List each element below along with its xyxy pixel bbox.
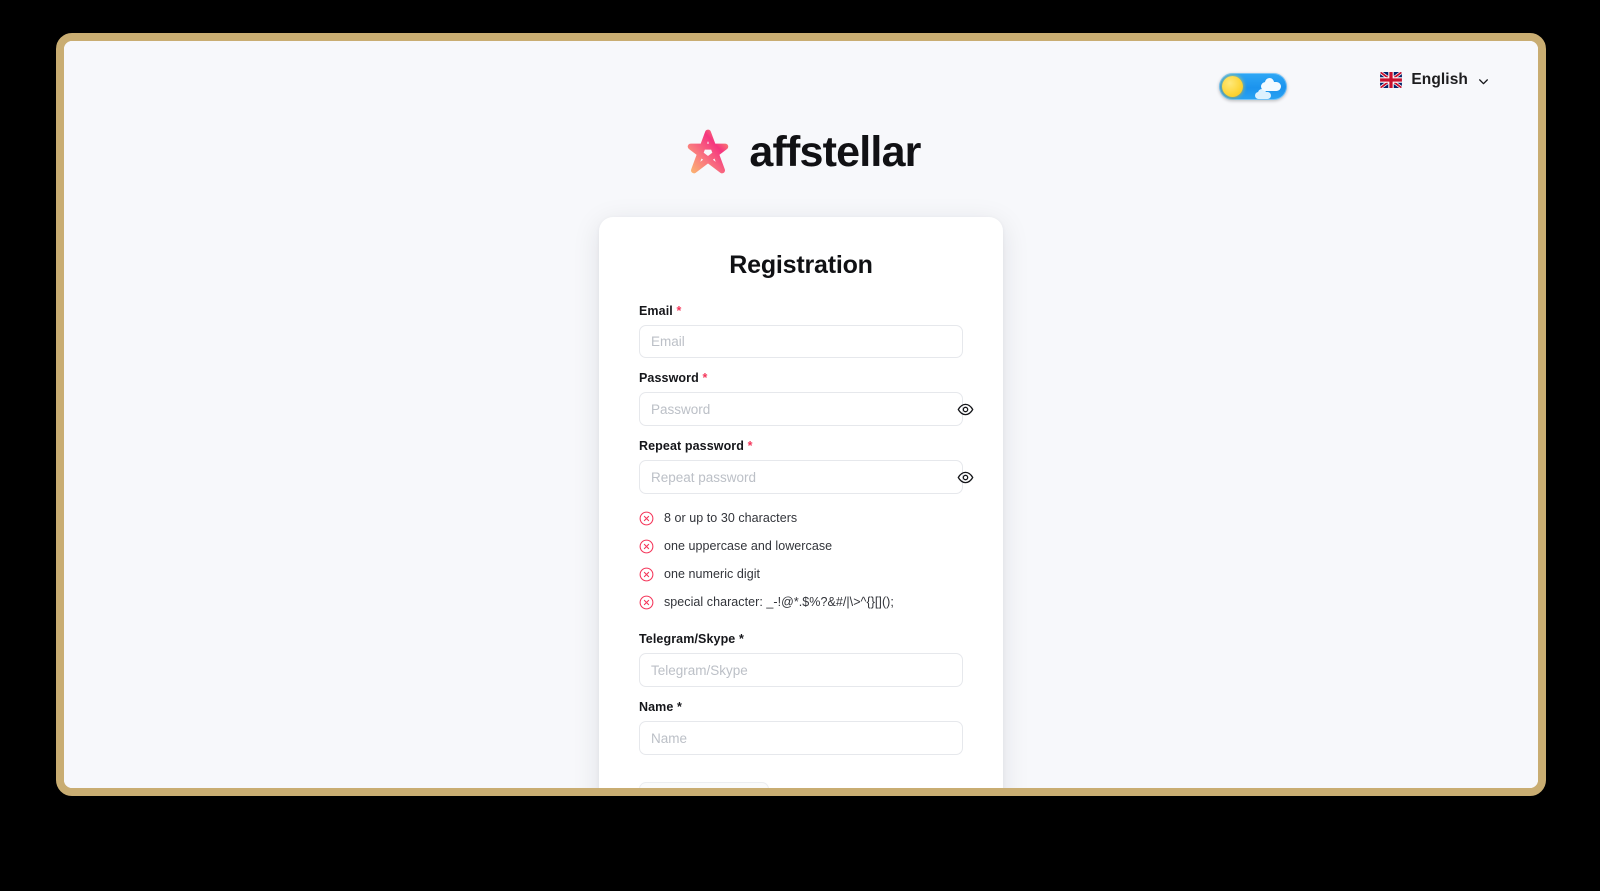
- field-label-telegram-skype: Telegram/Skype *: [639, 632, 963, 646]
- password-rule-text: one numeric digit: [664, 567, 761, 581]
- password-rule-text: special character: _-!@*.$%?&#/|\>^{}[](…: [664, 595, 894, 609]
- password-rule-text: 8 or up to 30 characters: [664, 511, 798, 525]
- required-asterisk: *: [676, 304, 682, 318]
- page-viewport: English affstellar Registration Email * …: [64, 41, 1538, 788]
- repeat-password-input[interactable]: [639, 460, 963, 494]
- label-text-telegram-skype: Telegram/Skype: [639, 632, 736, 646]
- password-rule-item: one numeric digit: [639, 567, 963, 582]
- brand-logo: affstellar: [64, 125, 1538, 179]
- password-requirements-list: 8 or up to 30 characters one uppercase a…: [639, 511, 963, 610]
- star-knot-logo: [688, 129, 729, 174]
- telegram-skype-input[interactable]: [639, 653, 963, 687]
- field-password: Password *: [639, 371, 973, 426]
- theme-toggle-switch[interactable]: [1219, 73, 1287, 100]
- field-email: Email *: [639, 304, 963, 358]
- create-account-button[interactable]: Create Account: [639, 782, 769, 788]
- error-circle-x-icon: [639, 511, 654, 526]
- required-asterisk: *: [677, 700, 682, 714]
- field-label-password: Password *: [639, 371, 963, 385]
- eye-icon: [957, 471, 973, 483]
- required-asterisk: *: [738, 632, 744, 646]
- label-text-email: Email: [639, 304, 673, 318]
- password-rule-text: one uppercase and lowercase: [664, 539, 833, 553]
- sun-icon: [1222, 76, 1243, 97]
- chevron-down-icon: [1479, 79, 1488, 85]
- page-title: Registration: [729, 251, 873, 279]
- required-asterisk: *: [702, 371, 708, 385]
- browser-window-frame: English affstellar Registration Email * …: [56, 33, 1546, 796]
- password-input[interactable]: [639, 392, 963, 426]
- error-circle-x-icon: [639, 567, 654, 582]
- field-repeat-password: Repeat password *: [639, 439, 973, 494]
- password-rule-item: 8 or up to 30 characters: [639, 511, 963, 526]
- password-rule-item: special character: _-!@*.$%?&#/|\>^{}[](…: [639, 595, 963, 610]
- language-switcher[interactable]: English: [1380, 71, 1490, 89]
- registration-card: Registration Email * Password *: [599, 217, 1003, 788]
- field-name: Name *: [639, 700, 963, 755]
- cloud-icon-small: [1255, 89, 1271, 99]
- label-text-repeat-password: Repeat password: [639, 439, 745, 453]
- field-label-repeat-password: Repeat password *: [639, 439, 963, 453]
- label-text-password: Password: [639, 371, 699, 385]
- toggle-repeat-password-visibility-button[interactable]: [953, 465, 977, 489]
- field-telegram-skype: Telegram/Skype *: [639, 632, 963, 687]
- brand-name: affstellar: [749, 127, 921, 176]
- name-input[interactable]: [639, 721, 963, 755]
- error-circle-x-icon: [639, 595, 654, 610]
- email-input[interactable]: [639, 325, 963, 358]
- required-asterisk: *: [747, 439, 753, 453]
- error-circle-x-icon: [639, 539, 654, 554]
- language-label: English: [1411, 71, 1468, 88]
- uk-flag-icon: [1380, 72, 1403, 88]
- password-rule-item: one uppercase and lowercase: [639, 539, 963, 554]
- eye-icon: [957, 403, 973, 415]
- label-text-name: Name: [639, 700, 674, 714]
- top-bar: English: [64, 41, 1538, 113]
- toggle-password-visibility-button[interactable]: [953, 397, 977, 421]
- field-label-email: Email *: [639, 304, 963, 318]
- field-label-name: Name *: [639, 700, 963, 714]
